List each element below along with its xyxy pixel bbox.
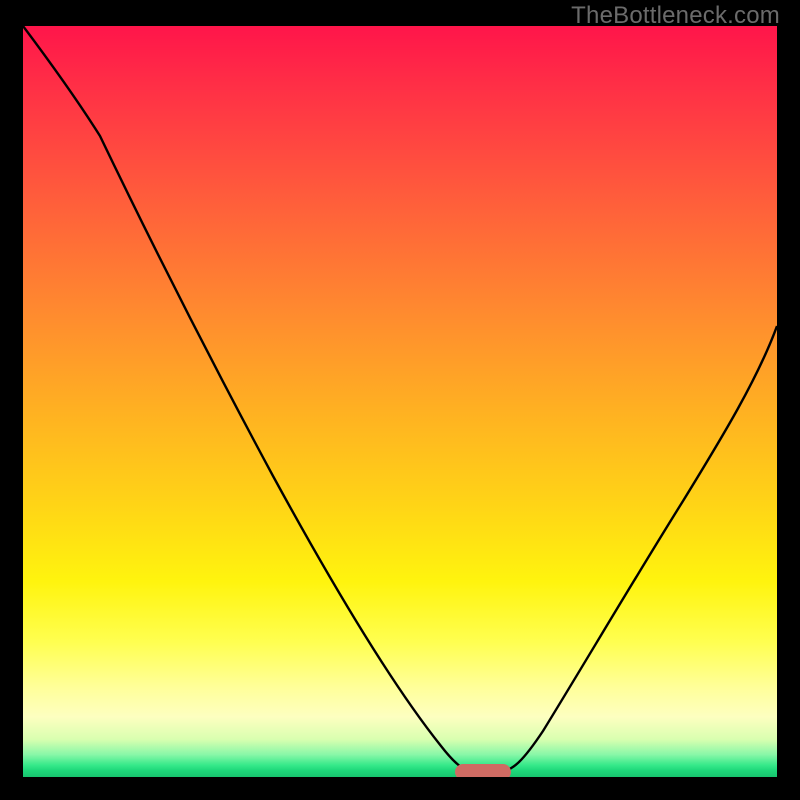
chart-svg <box>23 26 777 777</box>
bottleneck-curve-line <box>23 26 777 772</box>
optimal-range-marker <box>455 764 511 777</box>
chart-frame: TheBottleneck.com <box>0 0 800 800</box>
plot-area <box>23 26 777 777</box>
